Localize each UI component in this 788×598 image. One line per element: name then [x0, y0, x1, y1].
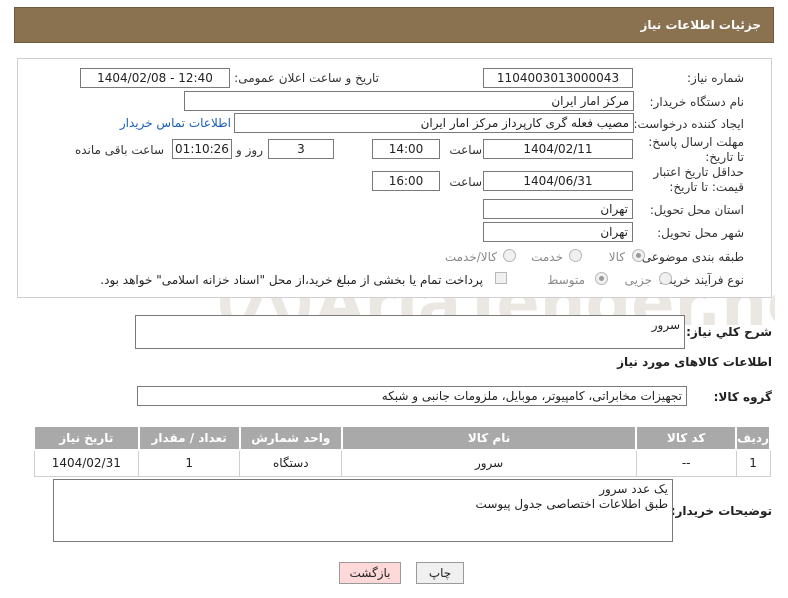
- city-field: تهران: [483, 222, 633, 242]
- col-unit: واحد شمارش: [238, 425, 343, 451]
- cell-item-code: --: [635, 449, 737, 477]
- summary-textarea[interactable]: [135, 315, 685, 349]
- reply-deadline-label: مهلت ارسال پاسخ: تا تاریخ:: [648, 135, 744, 164]
- process-minor-label: جزیی: [624, 273, 652, 287]
- print-button[interactable]: چاپ: [416, 562, 464, 584]
- treasury-payment-checkbox[interactable]: [495, 272, 507, 284]
- city-label: شهر محل تحویل:: [657, 226, 744, 240]
- category-service-radio[interactable]: [569, 249, 582, 262]
- province-label: استان محل تحویل:: [649, 203, 744, 217]
- price-time-field: 16:00: [372, 171, 440, 191]
- items-table: ردیف کد کالا نام کالا واحد شمارش تعداد /…: [33, 425, 771, 477]
- page-title: جزئیات اطلاعات نیاز: [640, 18, 761, 32]
- buyer-contact-link[interactable]: اطلاعات تماس خریدار: [120, 116, 231, 130]
- province-field: تهران: [483, 199, 633, 219]
- goods-group-label: گروه کالا:: [713, 390, 772, 404]
- col-quantity: تعداد / مقدار: [137, 425, 241, 451]
- col-item-name: نام کالا: [340, 425, 638, 451]
- back-button[interactable]: بازگشت: [339, 562, 401, 584]
- cell-need-date: 1404/02/31: [33, 449, 140, 477]
- category-both-radio[interactable]: [503, 249, 516, 262]
- category-both-label: کالا/خدمت: [444, 250, 497, 264]
- creator-field: مصیب فعله گری کارپرداز مرکز امار ایران: [234, 113, 634, 133]
- need-number-field: 1104003013000043: [483, 68, 633, 88]
- col-row-number: ردیف: [735, 425, 771, 451]
- cell-unit: دستگاه: [239, 449, 343, 477]
- process-minor-radio[interactable]: [659, 272, 672, 285]
- buyer-notes-label: توضیحات خریدار:: [670, 504, 772, 518]
- cell-item-name: سرور: [341, 449, 637, 477]
- goods-section-title: اطلاعات کالاهای مورد نیاز: [617, 355, 772, 369]
- process-medium-label: متوسط: [547, 273, 585, 287]
- page-header: جزئیات اطلاعات نیاز: [14, 7, 774, 43]
- buyer-org-label: نام دستگاه خریدار:: [649, 95, 745, 109]
- goods-group-field: تجهیزات مخابراتی، کامپیوتر، موبایل، ملزو…: [137, 386, 687, 406]
- announce-datetime-label: تاریخ و ساعت اعلان عمومی:: [234, 71, 379, 85]
- need-number-label: شماره نیاز:: [687, 71, 744, 85]
- col-item-code: کد کالا: [635, 425, 738, 451]
- cell-row-number: 1: [735, 449, 771, 477]
- creator-label: ایجاد کننده درخواست:: [633, 117, 744, 131]
- category-label: طبقه بندی موضوعی:: [637, 250, 744, 264]
- days-remaining-field: 3: [268, 139, 334, 159]
- remaining-time-field: 01:10:26: [172, 139, 232, 159]
- remaining-time-label: ساعت باقی مانده: [74, 143, 164, 157]
- category-goods-label: کالا: [608, 250, 625, 264]
- days-label: روز و: [236, 143, 263, 157]
- buyer-org-field: مرکز امار ایران: [184, 91, 634, 111]
- process-medium-radio[interactable]: [595, 272, 608, 285]
- price-date-field: 1404/06/31: [483, 171, 633, 191]
- summary-label: شرح کلي نياز:: [686, 325, 772, 339]
- price-time-label: ساعت: [449, 175, 482, 189]
- col-need-date: تاریخ نیاز: [33, 425, 140, 451]
- items-table-header: ردیف کد کالا نام کالا واحد شمارش تعداد /…: [33, 425, 771, 451]
- table-row: 1 -- سرور دستگاه 1 1404/02/31: [33, 449, 771, 477]
- category-goods-radio[interactable]: [632, 249, 645, 262]
- reply-time-label: ساعت: [449, 143, 482, 157]
- announce-datetime-field: 1404/02/08 - 12:40: [80, 68, 230, 88]
- process-type-label: نوع فرآیند خرید :: [659, 273, 744, 287]
- treasury-payment-note: پرداخت تمام یا بخشی از مبلغ خرید،از محل …: [100, 273, 483, 287]
- category-service-label: خدمت: [531, 250, 563, 264]
- reply-time-field: 14:00: [372, 139, 440, 159]
- reply-date-field: 1404/02/11: [483, 139, 633, 159]
- price-validity-label: حداقل تاریخ اعتبار قیمت: تا تاریخ:: [653, 165, 744, 194]
- cell-quantity: 1: [138, 449, 241, 477]
- buyer-notes-textarea[interactable]: [53, 479, 673, 542]
